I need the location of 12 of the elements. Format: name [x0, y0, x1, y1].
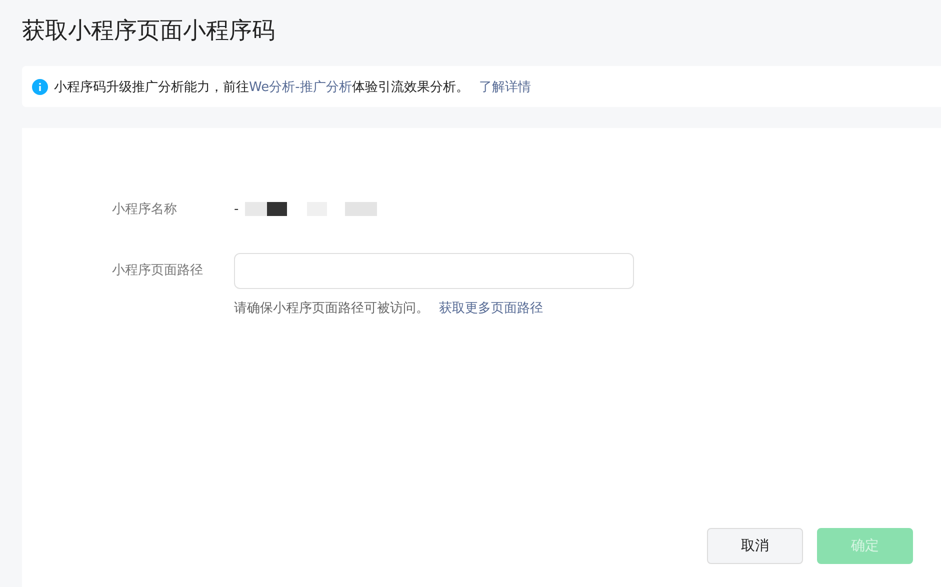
we-analysis-link[interactable]: We分析-推广分析: [249, 80, 352, 94]
info-icon: [32, 78, 48, 94]
name-value: -: [234, 202, 239, 216]
notice-text: 小程序码升级推广分析能力，前往We分析-推广分析体验引流效果分析。 了解详情: [54, 78, 531, 96]
hint-text: 请确保小程序页面路径可被访问。 获取更多页面路径: [234, 300, 544, 317]
more-paths-link[interactable]: 获取更多页面路径: [439, 301, 543, 316]
page-title: 获取小程序页面小程序码: [22, 17, 276, 46]
cancel-button[interactable]: 取消: [707, 528, 803, 564]
field-label: 小程序名称: [112, 201, 178, 218]
path-input[interactable]: [234, 253, 634, 289]
learn-more-link[interactable]: 了解详情: [478, 80, 531, 94]
field-label: 小程序页面路径: [112, 262, 204, 280]
